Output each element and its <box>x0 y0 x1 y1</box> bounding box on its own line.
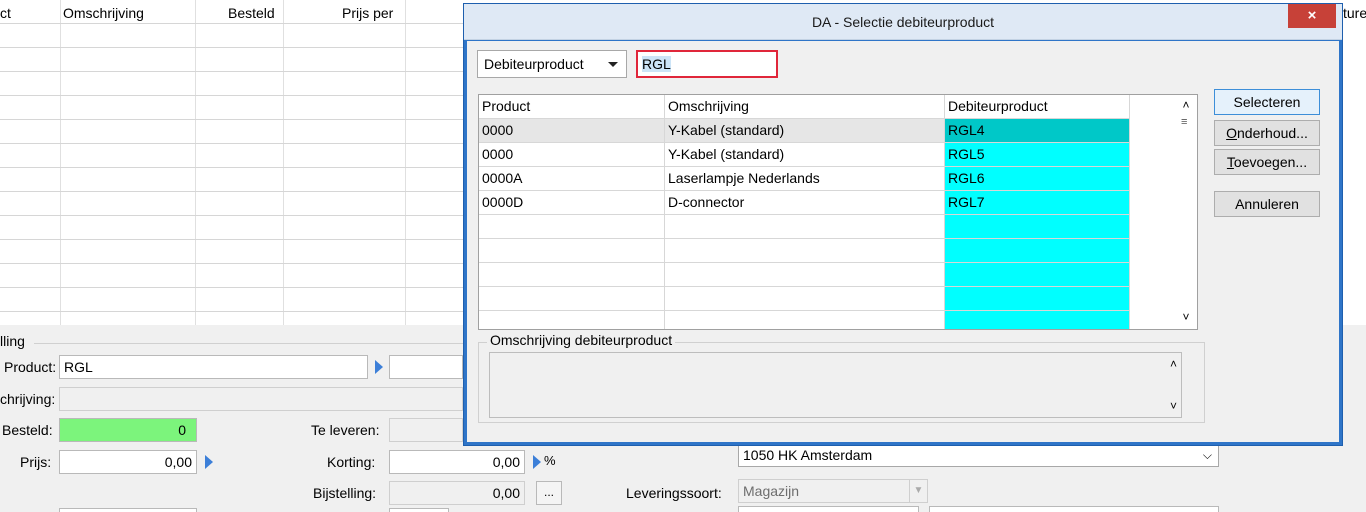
omschrijving-field <box>59 387 463 411</box>
address-select[interactable]: 1050 HK Amsterdam ⌵ <box>738 443 1219 467</box>
search-input-value: RGL <box>642 56 671 72</box>
column-header-debiteurproduct[interactable]: Debiteurproduct <box>945 95 1130 118</box>
grid-header-omschrijving[interactable]: Omschrijving <box>63 0 144 22</box>
empty-row[interactable] <box>479 311 1130 329</box>
memo-scroll-down-icon[interactable]: ˅ <box>1170 399 1177 413</box>
table-row[interactable]: 0000D D-connector RGL7 <box>479 191 1130 215</box>
korting-label: Korting: <box>327 454 376 470</box>
grid-header-row: Product Omschrijving Debiteurproduct <box>479 95 1130 119</box>
description-memo[interactable]: ˄ ˅ <box>489 352 1182 418</box>
cell-omschrijving: Y-Kabel (standard) <box>665 143 945 166</box>
grid-header-fragment[interactable]: ture <box>1343 0 1366 22</box>
description-legend: Omschrijving debiteurproduct <box>487 332 676 348</box>
table-row[interactable]: 0000 Y-Kabel (standard) RGL5 <box>479 143 1130 167</box>
bottom-field-3[interactable] <box>738 506 919 512</box>
bijstelling-label: Bijstelling: <box>313 485 377 501</box>
cell-product: 0000 <box>479 119 665 142</box>
cell-product: 0000D <box>479 191 665 214</box>
onderhoud-label: nderhoud... <box>1237 125 1308 141</box>
address-chevron-icon: ⌵ <box>1202 448 1212 462</box>
leveringssoort-label: Leveringssoort: <box>626 485 722 501</box>
te-leveren-field <box>389 418 463 442</box>
cell-debiteurproduct: RGL7 <box>945 191 1130 214</box>
grid-header-prijs-per[interactable]: Prijs per <box>342 0 393 22</box>
toevoegen-accelerator: T <box>1226 154 1234 170</box>
bijstelling-button[interactable]: ... <box>536 481 562 505</box>
cell-omschrijving: Laserlampje Nederlands <box>665 167 945 190</box>
cell-omschrijving: Y-Kabel (standard) <box>665 119 945 142</box>
empty-row[interactable] <box>479 263 1130 287</box>
empty-row[interactable] <box>479 239 1130 263</box>
leveringssoort-chevron-icon: ▼ <box>909 480 927 502</box>
bijstelling-field: 0,00 <box>389 481 525 505</box>
bottom-field-4[interactable] <box>929 506 1219 512</box>
dialog-title: DA - Selectie debiteurproduct <box>464 4 1342 40</box>
product-extra-field[interactable] <box>389 355 463 379</box>
cell-debiteurproduct: RGL5 <box>945 143 1130 166</box>
grid-header-product[interactable]: ct <box>0 0 11 22</box>
debiteurproduct-grid: Product Omschrijving Debiteurproduct 000… <box>478 94 1198 330</box>
prijs-field[interactable]: 0,00 <box>59 450 197 474</box>
cell-product: 0000A <box>479 167 665 190</box>
table-row[interactable]: 0000 Y-Kabel (standard) RGL4 <box>479 119 1130 143</box>
product-lookup-arrow-icon[interactable] <box>375 360 383 374</box>
korting-field[interactable]: 0,00 <box>389 450 525 474</box>
prijs-arrow-icon[interactable] <box>205 455 213 469</box>
korting-arrow-icon[interactable] <box>533 455 541 469</box>
column-header-omschrijving[interactable]: Omschrijving <box>665 95 945 118</box>
leveringssoort-value: Magazijn <box>743 483 800 499</box>
grid-header-besteld[interactable]: Besteld <box>228 0 275 22</box>
besteld-label: Besteld: <box>2 422 53 438</box>
table-row[interactable]: 0000A Laserlampje Nederlands RGL6 <box>479 167 1130 191</box>
leveringssoort-select: Magazijn ▼ <box>738 479 928 503</box>
group-label: lling <box>0 333 25 349</box>
dialog-body: Debiteurproduct RGL Product Omschrijving… <box>467 41 1339 442</box>
scroll-down-icon[interactable]: ˅ <box>1179 310 1193 324</box>
cell-omschrijving: D-connector <box>665 191 945 214</box>
empty-row[interactable] <box>479 287 1130 311</box>
column-header-product[interactable]: Product <box>479 95 665 118</box>
onderhoud-button[interactable]: Onderhoud... <box>1214 120 1320 146</box>
annuleren-button[interactable]: Annuleren <box>1214 191 1320 217</box>
cell-debiteurproduct: RGL6 <box>945 167 1130 190</box>
search-type-select[interactable]: Debiteurproduct <box>477 50 627 78</box>
empty-row[interactable] <box>479 215 1130 239</box>
cell-product: 0000 <box>479 143 665 166</box>
toevoegen-button[interactable]: Toevoegen... <box>1214 149 1320 175</box>
cell-debiteurproduct: RGL4 <box>945 119 1130 142</box>
selectie-debiteurproduct-dialog: DA - Selectie debiteurproduct × Debiteur… <box>463 3 1343 446</box>
scroll-thumb[interactable]: ≡ <box>1181 117 1191 128</box>
bottom-field-1[interactable] <box>59 508 197 512</box>
search-type-value: Debiteurproduct <box>484 56 584 72</box>
close-button[interactable]: × <box>1288 4 1336 28</box>
memo-scroll-up-icon[interactable]: ˄ <box>1170 357 1177 371</box>
te-leveren-label: Te leveren: <box>311 422 380 438</box>
address-value: 1050 HK Amsterdam <box>743 447 873 463</box>
toevoegen-label: oevoegen... <box>1233 154 1308 170</box>
onderhoud-accelerator: O <box>1226 125 1238 141</box>
prijs-label: Prijs: <box>20 454 52 470</box>
omschrijving-label: chrijving: <box>0 391 56 407</box>
search-input[interactable]: RGL <box>636 50 778 78</box>
chevron-down-icon <box>608 62 618 67</box>
korting-percent: % <box>544 453 556 468</box>
bottom-field-2[interactable] <box>389 508 449 512</box>
besteld-field[interactable]: 0 <box>59 418 197 442</box>
product-label: Product: <box>4 359 57 375</box>
product-field[interactable]: RGL <box>59 355 368 379</box>
scroll-up-icon[interactable]: ˄ <box>1179 98 1193 112</box>
grid-scrollbar[interactable]: ˄ ≡ ˅ <box>1175 95 1197 329</box>
selecteren-button[interactable]: Selecteren <box>1214 89 1320 115</box>
